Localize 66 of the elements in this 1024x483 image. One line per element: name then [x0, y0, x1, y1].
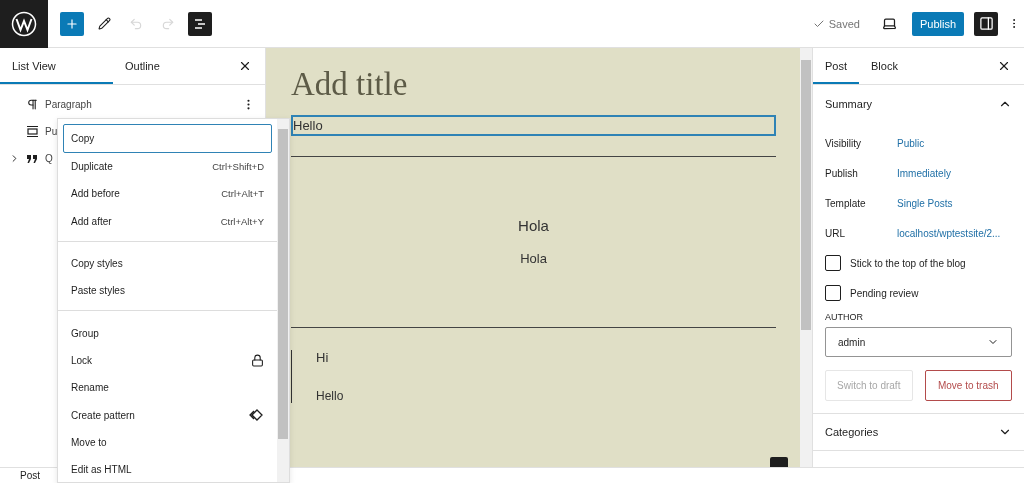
panel-tab[interactable]: List View — [0, 48, 113, 84]
quote-block[interactable]: Hi Hello — [291, 350, 776, 403]
diamond-icon — [248, 409, 264, 421]
shortcut: Ctrl+Shift+D — [212, 161, 264, 173]
menu-item[interactable]: Copy — [63, 124, 272, 153]
paragraph-block[interactable]: Hello — [291, 115, 776, 136]
section-title: Categories — [825, 426, 879, 438]
pilcrow-icon — [26, 98, 39, 111]
menu-item[interactable]: Add before Ctrl+Alt+T — [63, 180, 272, 208]
field-label: URL — [825, 227, 846, 239]
sidebar-tab[interactable]: Block — [859, 48, 910, 84]
shortcut: Ctrl+Alt+Y — [220, 215, 264, 227]
scrollbar[interactable] — [800, 48, 812, 467]
menu-item[interactable]: Copy styles — [63, 249, 272, 278]
field-label: Template — [825, 197, 867, 209]
publish-button[interactable]: Publish — [911, 11, 964, 36]
laptop-icon — [882, 16, 898, 31]
quote-text[interactable]: Hi — [316, 350, 776, 365]
block-label[interactable]: Q — [45, 153, 53, 164]
shortcut: Ctrl+Alt+T — [221, 188, 264, 200]
field-link[interactable]: Public — [897, 137, 925, 149]
logo[interactable] — [0, 0, 48, 48]
breadcrumb[interactable]: Post — [20, 470, 40, 481]
logo-icon — [11, 10, 37, 37]
list-view-button[interactable] — [188, 11, 212, 36]
saved-status: Saved — [828, 17, 860, 30]
menu-item[interactable]: Paste styles — [63, 277, 272, 305]
checkbox-label: Pending review — [850, 287, 919, 299]
menu-item[interactable]: Rename — [63, 374, 272, 402]
block-label[interactable]: Paragraph — [45, 99, 92, 110]
menu-item[interactable]: Group — [63, 319, 272, 347]
menu-item[interactable]: Edit as HTML — [63, 455, 272, 482]
checkbox[interactable] — [825, 255, 841, 271]
quote-icon — [26, 152, 39, 165]
author-select[interactable]: admin — [825, 327, 1012, 357]
menu-item[interactable]: Lock — [63, 346, 272, 375]
author-label: AUTHOR — [825, 312, 864, 322]
close-icon[interactable] — [997, 59, 1011, 73]
quote-text[interactable]: Hello — [316, 389, 776, 403]
menu-item[interactable]: Duplicate Ctrl+Shift+D — [63, 153, 272, 181]
scrollbar[interactable] — [277, 119, 289, 482]
trash-button[interactable]: Move to trash — [924, 370, 1012, 401]
section-title: Summary — [825, 97, 873, 110]
block-label[interactable]: Pu — [45, 126, 58, 137]
section-header[interactable]: Categories — [813, 414, 1024, 451]
field-link[interactable]: Single Posts — [897, 197, 953, 209]
field-label: Publish — [825, 167, 859, 179]
checkbox-label: Stick to the top of the blog — [850, 257, 966, 269]
field-link[interactable]: localhost/wptestsite/2... — [897, 227, 1001, 239]
add-block-button[interactable] — [60, 11, 84, 36]
title-placeholder[interactable]: Add title — [291, 66, 776, 103]
settings-button[interactable] — [974, 11, 998, 36]
field-label: Visibility — [825, 137, 862, 149]
panel-tab[interactable]: Outline — [112, 48, 226, 84]
menu-item[interactable]: Create pattern — [63, 401, 272, 429]
summary-header[interactable]: Summary — [813, 85, 1024, 122]
menu-item[interactable]: Move to — [63, 428, 272, 456]
field-link[interactable]: Immediately — [897, 167, 951, 179]
pullquote-icon — [26, 125, 39, 138]
checkbox[interactable] — [825, 285, 841, 301]
lock-icon — [251, 353, 264, 367]
heading-block[interactable]: Hola — [291, 217, 776, 234]
sidebar-tab[interactable]: Post — [813, 48, 859, 84]
menu-item[interactable]: Add after Ctrl+Alt+Y — [63, 207, 272, 235]
paragraph-block[interactable]: Hola — [291, 248, 776, 269]
sidebar-icon — [978, 16, 994, 31]
